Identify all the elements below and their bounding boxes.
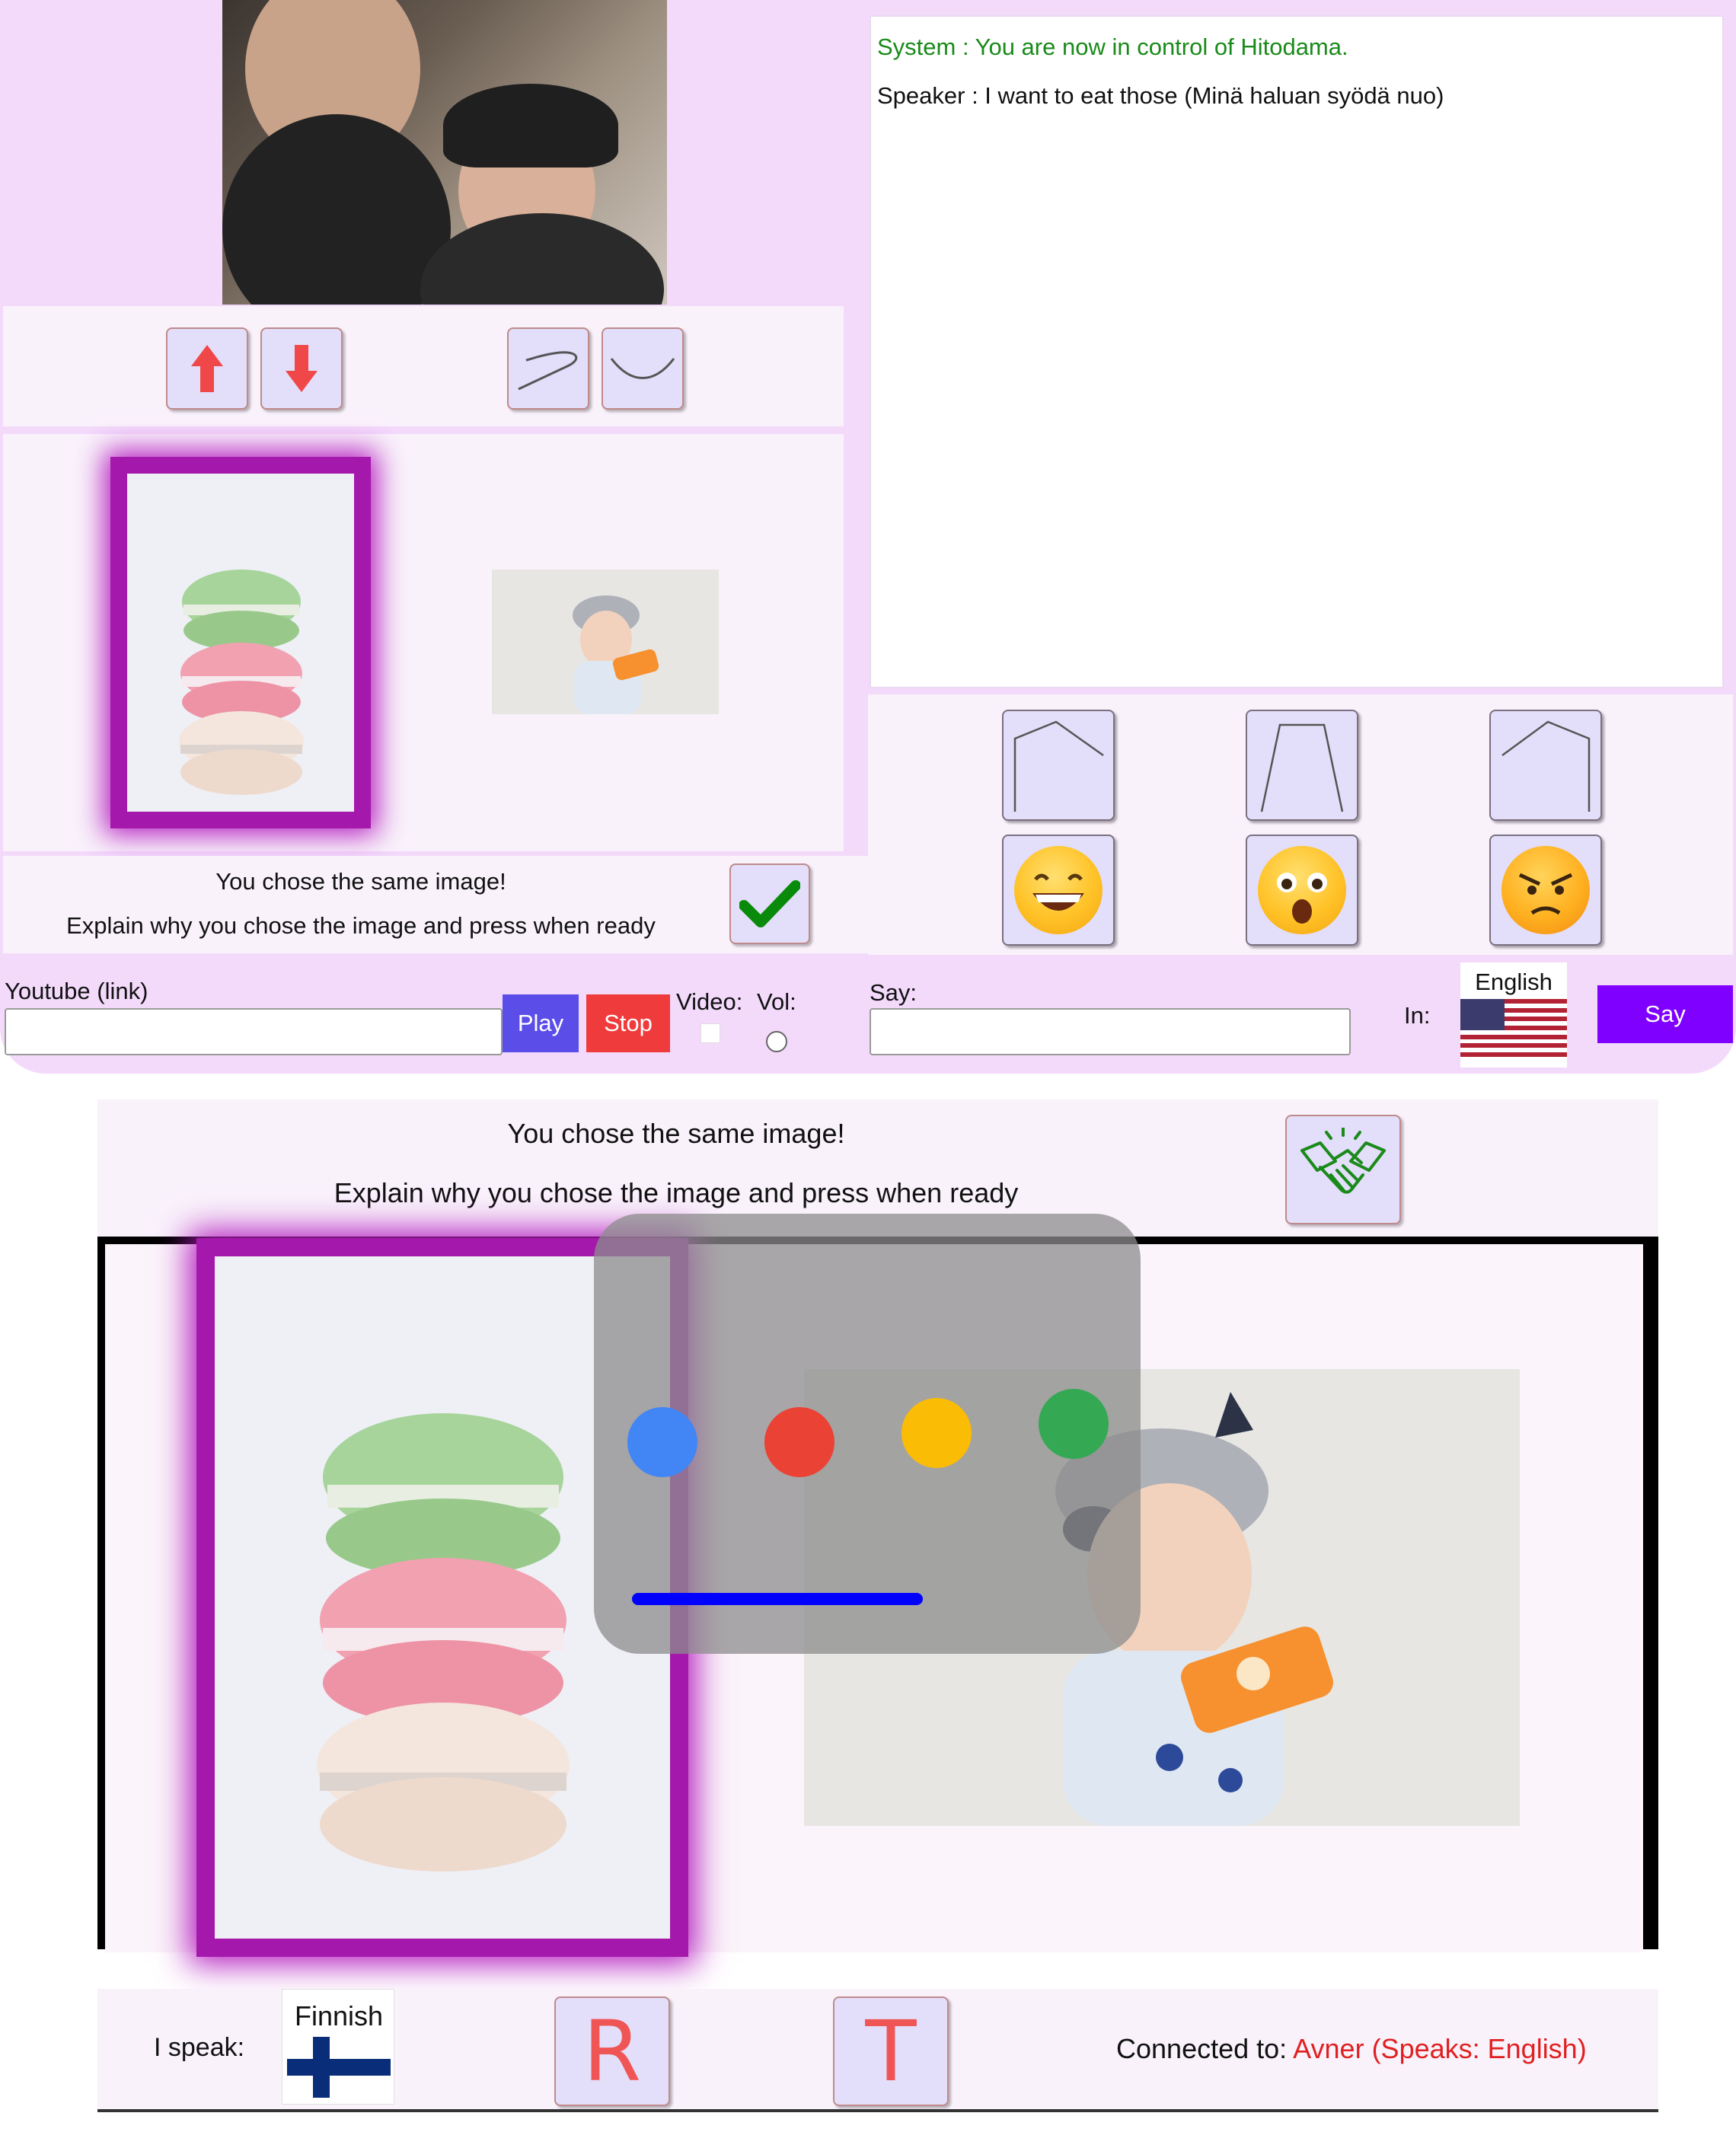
partner-status-message: You chose the same image! xyxy=(507,1118,845,1149)
assistant-dot-blue xyxy=(627,1407,697,1477)
voice-assistant-overlay xyxy=(594,1214,1141,1654)
r-button[interactable]: R xyxy=(554,1996,670,2106)
astonished-face-icon xyxy=(1258,846,1346,934)
assistant-dot-green xyxy=(1039,1389,1109,1459)
youtube-label: Youtube (link) xyxy=(5,978,148,1004)
volume-label: Vol: xyxy=(757,988,796,1015)
grinning-face-button[interactable] xyxy=(1002,835,1115,946)
chat-speaker-message: Speaker : I want to eat those (Minä halu… xyxy=(877,82,1444,109)
mouth-curve-button[interactable] xyxy=(602,327,684,410)
language-name: English xyxy=(1475,969,1553,995)
eyebrow-tilt-button[interactable] xyxy=(507,327,589,410)
say-button[interactable]: Say xyxy=(1597,985,1733,1043)
connected-label: Connected to: xyxy=(1116,2033,1294,2064)
assistant-dot-yellow xyxy=(902,1398,972,1468)
play-button[interactable]: Play xyxy=(503,994,579,1052)
status-message: You chose the same image! xyxy=(215,868,506,895)
checkmark-icon xyxy=(739,880,800,927)
shape-trapezoid-button[interactable] xyxy=(1246,710,1358,821)
finnish-language-name: Finnish xyxy=(294,2000,384,2031)
connected-partner: Avner (Speaks: English) xyxy=(1293,2033,1587,2064)
head-down-button[interactable] xyxy=(260,327,343,410)
mouth-curve-icon xyxy=(610,358,675,379)
arrow-down-icon xyxy=(286,345,318,392)
shape-pentagon-right-icon xyxy=(1501,720,1591,812)
expression-grid xyxy=(868,694,1733,955)
shape-trapezoid-icon xyxy=(1260,723,1344,812)
handshake-icon xyxy=(1300,1128,1386,1194)
astonished-face-button[interactable] xyxy=(1246,835,1358,946)
language-selector-english[interactable]: English xyxy=(1460,962,1567,1068)
footer-divider xyxy=(97,2109,1658,2112)
partner-footer: I speak: Finnish R T Connected to: Avner… xyxy=(97,1989,1658,2109)
shape-pentagon-left-icon xyxy=(1013,720,1104,812)
finland-flag-icon xyxy=(287,2037,391,2098)
say-label: Say: xyxy=(870,979,917,1006)
angry-face-button[interactable] xyxy=(1489,835,1602,946)
youtube-link-input[interactable] xyxy=(5,1008,503,1055)
stop-button[interactable]: Stop xyxy=(586,994,670,1052)
status-row: You chose the same image! Explain why yo… xyxy=(3,856,868,953)
arrow-up-icon xyxy=(191,345,223,392)
t-button[interactable]: T xyxy=(833,1996,949,2106)
head-up-button[interactable] xyxy=(166,327,248,410)
confirm-button[interactable] xyxy=(729,863,810,944)
status-instruction: Explain why you chose the image and pres… xyxy=(66,912,656,939)
shape-pentagon-right-button[interactable] xyxy=(1489,710,1602,821)
macaron-image-selected[interactable] xyxy=(127,474,354,812)
chat-log: System : You are now in control of Hitod… xyxy=(870,15,1724,688)
video-label: Video: xyxy=(676,988,743,1015)
assistant-level-bar xyxy=(632,1593,923,1605)
baby-image[interactable] xyxy=(492,570,719,714)
in-label: In: xyxy=(1404,1002,1431,1029)
macaron-stack-picture xyxy=(127,474,354,812)
language-selector-finnish[interactable]: Finnish xyxy=(282,1989,394,2105)
webcam-video xyxy=(222,0,667,305)
us-flag-icon xyxy=(1460,999,1567,1057)
angry-face-icon xyxy=(1501,846,1590,934)
say-input[interactable] xyxy=(870,1008,1351,1055)
chat-system-message: System : You are now in control of Hitod… xyxy=(877,34,1348,60)
assistant-dot-red xyxy=(764,1407,834,1477)
eyebrow-tilt-icon xyxy=(518,351,578,391)
grinning-face-icon xyxy=(1014,846,1103,934)
handshake-button[interactable] xyxy=(1285,1115,1401,1224)
video-checkbox[interactable] xyxy=(700,1023,720,1043)
partner-status-instruction: Explain why you chose the image and pres… xyxy=(333,1177,1019,1208)
i-speak-label: I speak: xyxy=(154,2033,245,2062)
baby-with-toy-picture xyxy=(492,570,719,714)
shape-pentagon-left-button[interactable] xyxy=(1002,710,1115,821)
volume-radio[interactable] xyxy=(766,1031,787,1052)
connection-status: Connected to: Avner (Speaks: English) xyxy=(1116,2033,1587,2065)
head-control-row xyxy=(3,306,844,426)
